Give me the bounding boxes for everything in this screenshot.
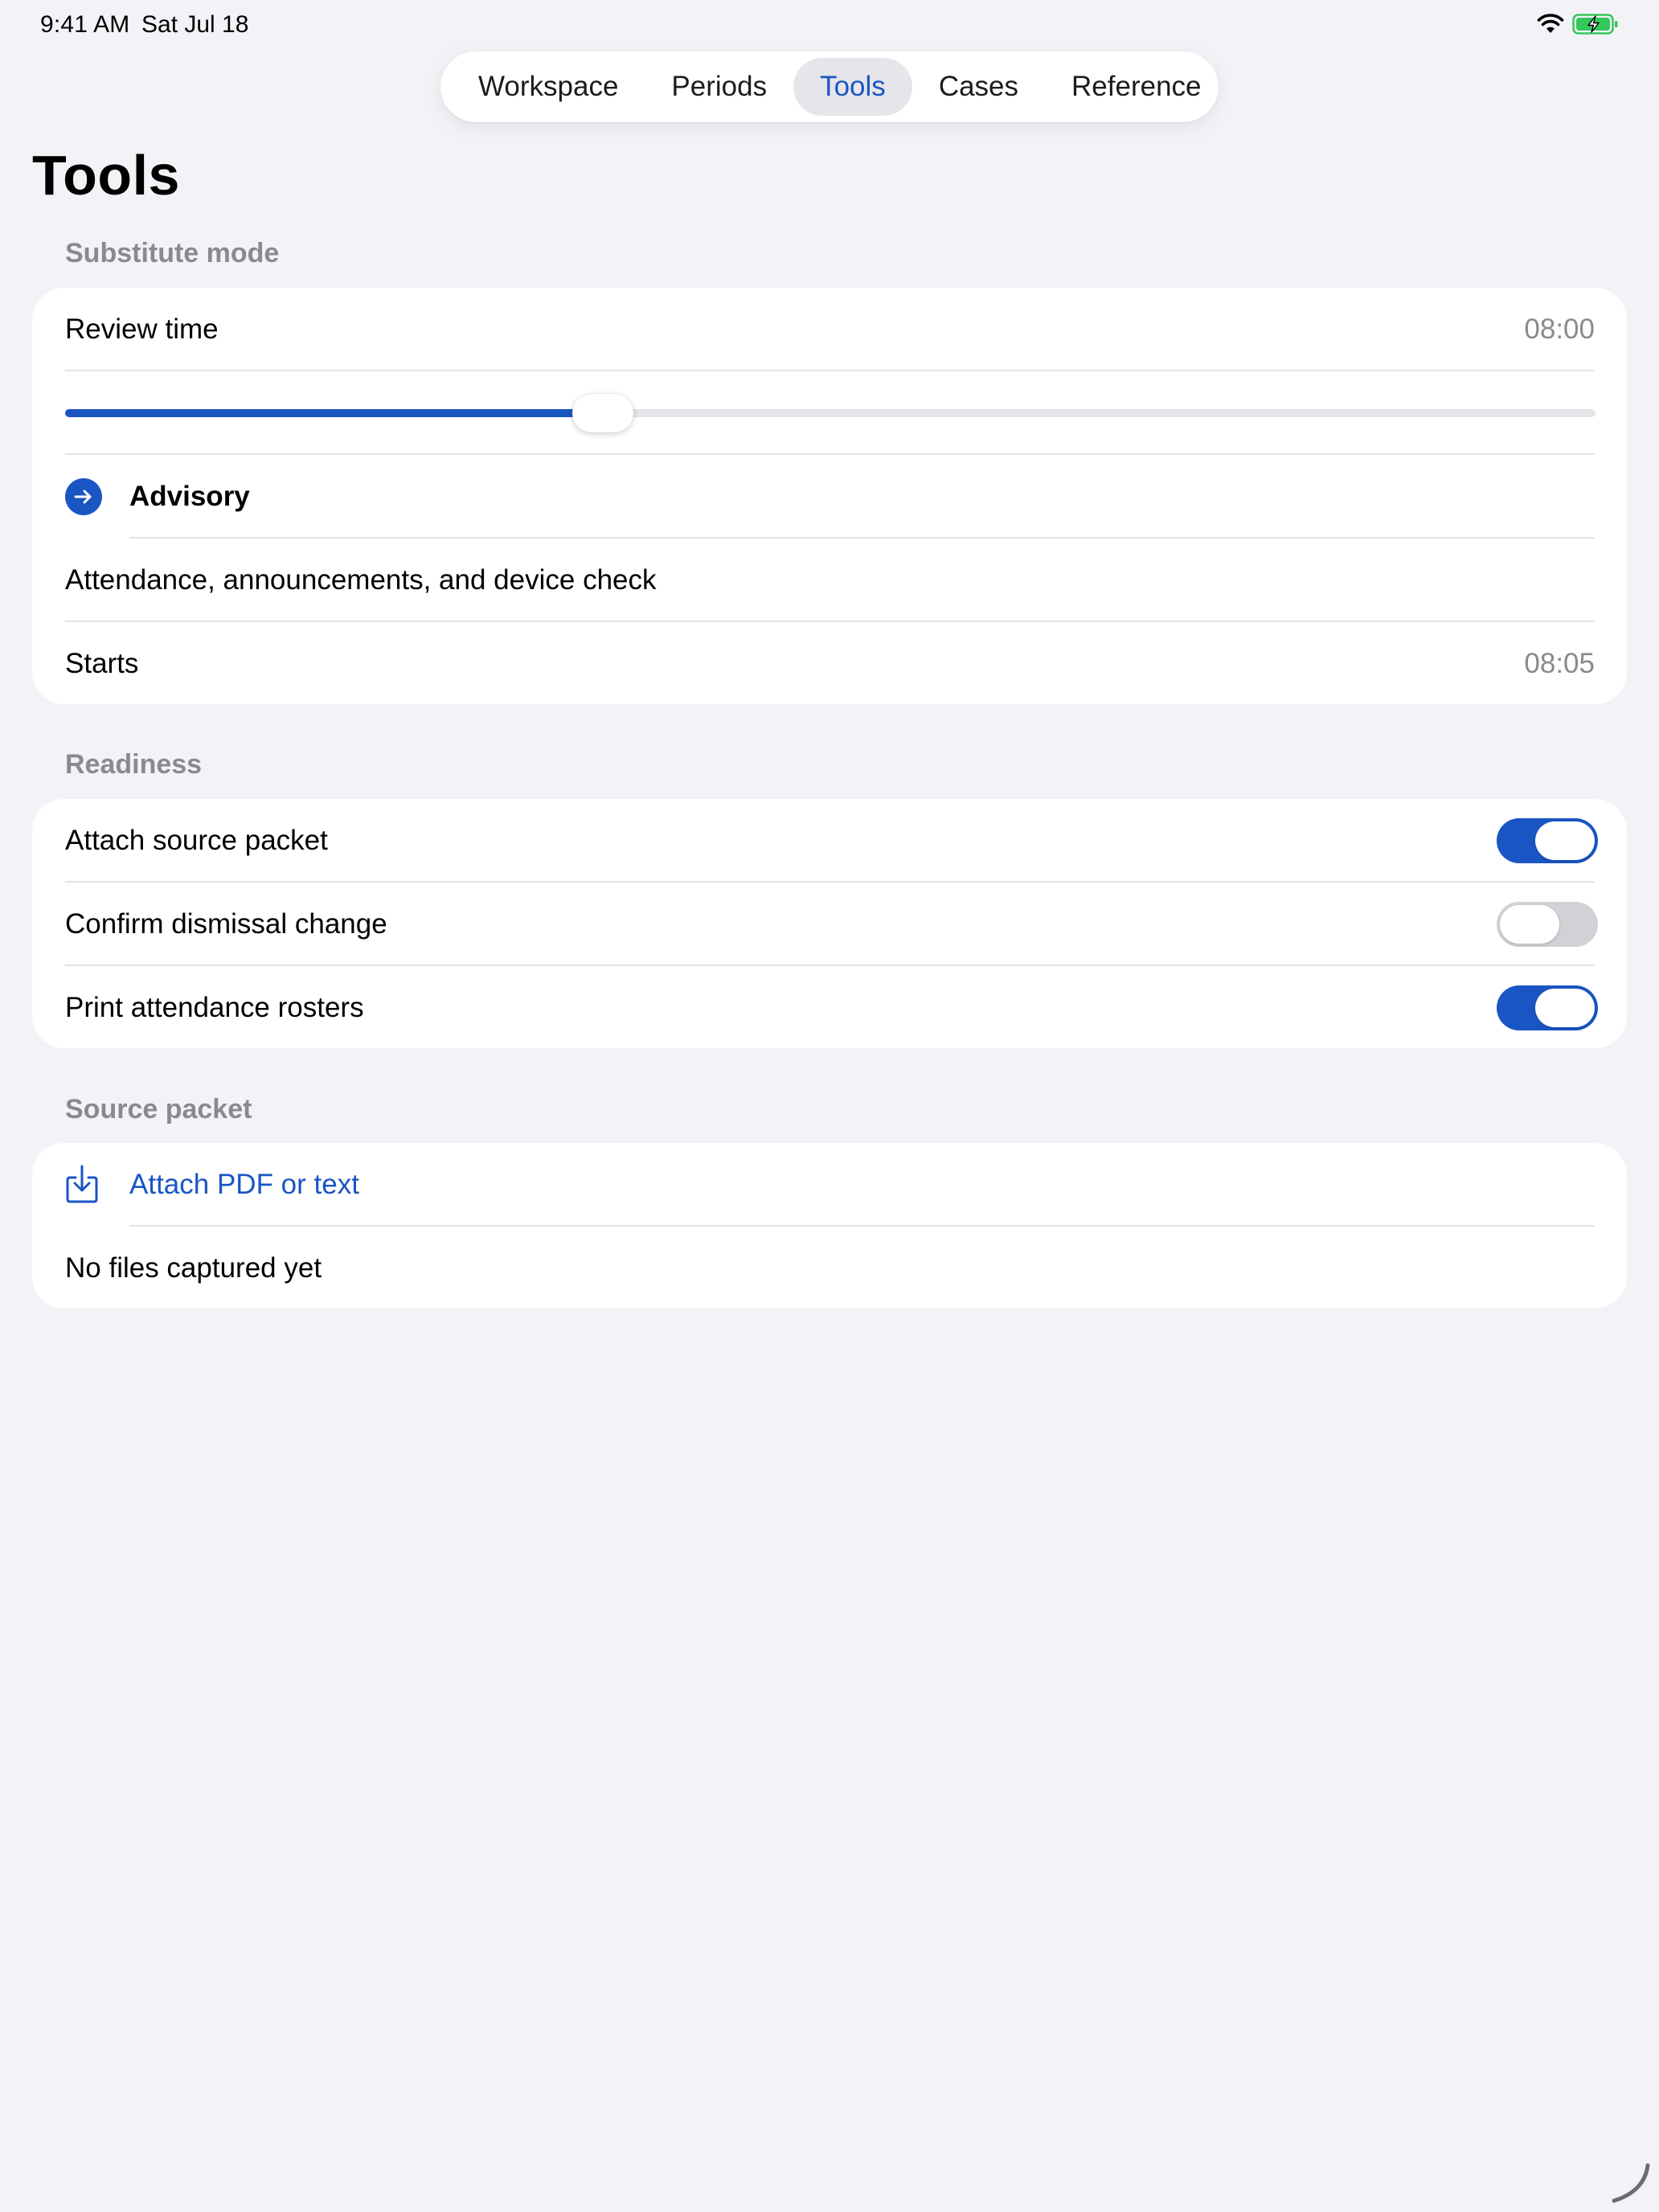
substitute-mode-card: Review time 08:00 Advisory Attendance, a… (32, 288, 1627, 704)
wifi-icon (1537, 14, 1564, 33)
tab-tools[interactable]: Tools (793, 58, 912, 116)
period-row-advisory[interactable]: Advisory (32, 455, 1627, 539)
review-time-slider-row (32, 371, 1627, 455)
corner-resize-icon (1612, 2163, 1650, 2203)
slider-fill (65, 409, 586, 417)
status-icons (1537, 13, 1619, 35)
attach-pdf-row[interactable]: Attach PDF or text (32, 1143, 1627, 1227)
review-time-value: 08:00 (1524, 313, 1595, 345)
source-packet-card: Attach PDF or text No files captured yet (32, 1143, 1627, 1309)
segmented-tab-bar: Workspace Periods Tools Cases Reference (440, 51, 1219, 122)
toggle-knob (1535, 821, 1595, 860)
toggle-knob (1535, 989, 1595, 1027)
battery-charging-icon (1572, 14, 1618, 35)
confirm-dismissal-change-toggle[interactable] (1497, 902, 1598, 947)
starts-value: 08:05 (1524, 648, 1595, 679)
arrow-right-circle-icon (65, 478, 102, 515)
section-header-substitute-mode: Substitute mode (65, 238, 280, 268)
readiness-row-print-attendance-rosters: Print attendance rosters (32, 966, 1627, 1050)
slider-thumb[interactable] (572, 394, 634, 432)
tab-periods[interactable]: Periods (645, 58, 793, 116)
tab-reference[interactable]: Reference (1045, 58, 1227, 116)
page-title: Tools (32, 144, 180, 207)
toggle-knob (1500, 905, 1559, 944)
tab-cases[interactable]: Cases (912, 58, 1045, 116)
no-files-label: No files captured yet (65, 1252, 322, 1284)
starts-label: Starts (65, 648, 139, 679)
review-time-slider[interactable] (65, 409, 1596, 417)
no-files-row: No files captured yet (32, 1227, 1627, 1310)
section-header-source-packet: Source packet (65, 1094, 252, 1124)
tab-workspace[interactable]: Workspace (452, 58, 645, 116)
attach-source-packet-toggle[interactable] (1497, 818, 1598, 863)
readiness-row-confirm-dismissal-change: Confirm dismissal change (32, 883, 1627, 966)
print-attendance-rosters-toggle[interactable] (1497, 985, 1598, 1030)
readiness-label: Attach source packet (65, 825, 328, 856)
status-bar: 9:41 AM Sat Jul 18 (0, 0, 1659, 51)
section-header-readiness: Readiness (65, 749, 203, 780)
period-description-row: Attendance, announcements, and device ch… (32, 539, 1627, 622)
attach-pdf-button[interactable]: Attach PDF or text (129, 1169, 359, 1201)
readiness-label: Print attendance rosters (65, 992, 364, 1023)
readiness-row-attach-source-packet: Attach source packet (32, 799, 1627, 883)
review-time-row: Review time 08:00 (32, 288, 1627, 371)
starts-row: Starts 08:05 (32, 622, 1627, 706)
period-description: Attendance, announcements, and device ch… (65, 564, 657, 596)
status-time: 9:41 AM (40, 11, 130, 38)
readiness-label: Confirm dismissal change (65, 908, 387, 940)
tray-arrow-down-icon (66, 1165, 98, 1203)
readiness-card: Attach source packet Confirm dismissal c… (32, 799, 1627, 1048)
review-time-label: Review time (65, 313, 219, 345)
period-name: Advisory (129, 481, 250, 512)
status-date: Sat Jul 18 (141, 11, 249, 38)
